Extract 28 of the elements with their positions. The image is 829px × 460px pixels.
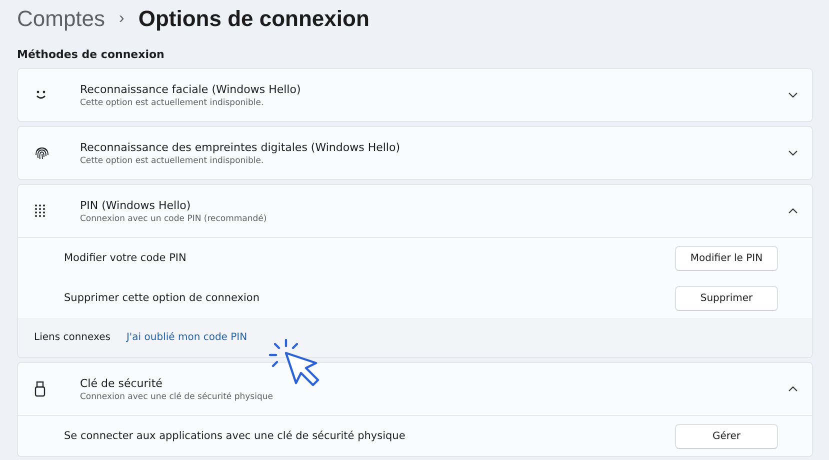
setting-label: Se connecter aux applications avec une clé de sécurité physique xyxy=(64,430,406,442)
fingerprint-icon xyxy=(34,145,50,161)
option-description: Cette option est actuellement indisponible. xyxy=(80,156,265,166)
chevron-down-icon[interactable] xyxy=(788,92,798,98)
breadcrumb-parent[interactable]: Comptes xyxy=(17,6,106,32)
setting-label: Modifier votre code PIN xyxy=(64,252,188,264)
usb-key-icon xyxy=(34,381,46,397)
chevron-up-icon[interactable] xyxy=(788,208,798,214)
option-title: Clé de sécurité xyxy=(80,376,164,390)
forgot-pin-link[interactable]: J'ai oublié mon code PIN xyxy=(126,332,248,343)
option-description: Connexion avec une clé de sécurité physique xyxy=(80,392,274,402)
page-title: Options de connexion xyxy=(138,6,370,32)
related-links-label: Liens connexes xyxy=(34,332,110,343)
action-button[interactable]: Modifier le PIN xyxy=(675,246,778,270)
option-description: Cette option est actuellement indisponible. xyxy=(80,98,265,108)
section-heading: Méthodes de connexion xyxy=(17,48,166,61)
action-button[interactable]: Gérer xyxy=(675,424,778,448)
breadcrumb-separator: › xyxy=(119,10,124,28)
option-title: Reconnaissance des empreintes digitales (Windows Hello) xyxy=(80,140,401,154)
action-button[interactable]: Supprimer xyxy=(675,286,778,310)
option-title: Reconnaissance faciale (Windows Hello) xyxy=(80,82,302,96)
keypad-icon xyxy=(34,204,46,218)
chevron-up-icon[interactable] xyxy=(788,386,798,392)
chevron-down-icon[interactable] xyxy=(788,150,798,156)
option-title: PIN (Windows Hello) xyxy=(80,198,192,212)
setting-label: Supprimer cette option de connexion xyxy=(64,292,260,304)
smiley-icon xyxy=(34,90,48,100)
option-description: Connexion avec un code PIN (recommandé) xyxy=(80,214,268,224)
